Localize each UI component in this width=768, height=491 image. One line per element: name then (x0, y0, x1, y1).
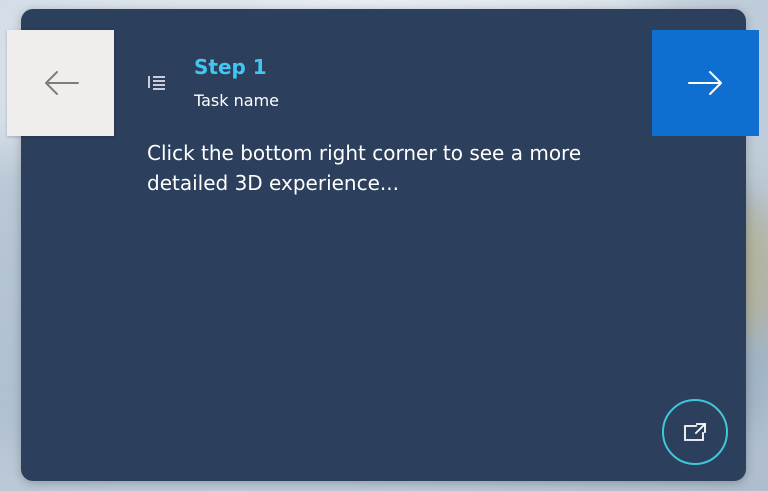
open-in-new-window-icon (684, 422, 707, 441)
arrow-right-icon (687, 71, 722, 95)
step-title: Step 1 (194, 55, 267, 79)
next-button[interactable] (652, 30, 759, 136)
back-button[interactable] (7, 30, 114, 136)
list-icon[interactable] (147, 72, 167, 92)
step-card (21, 9, 746, 481)
task-name: Task name (194, 91, 279, 110)
arrow-left-icon (44, 71, 79, 95)
expand-3d-button[interactable] (662, 399, 728, 465)
instruction-text: Click the bottom right corner to see a m… (147, 141, 582, 195)
